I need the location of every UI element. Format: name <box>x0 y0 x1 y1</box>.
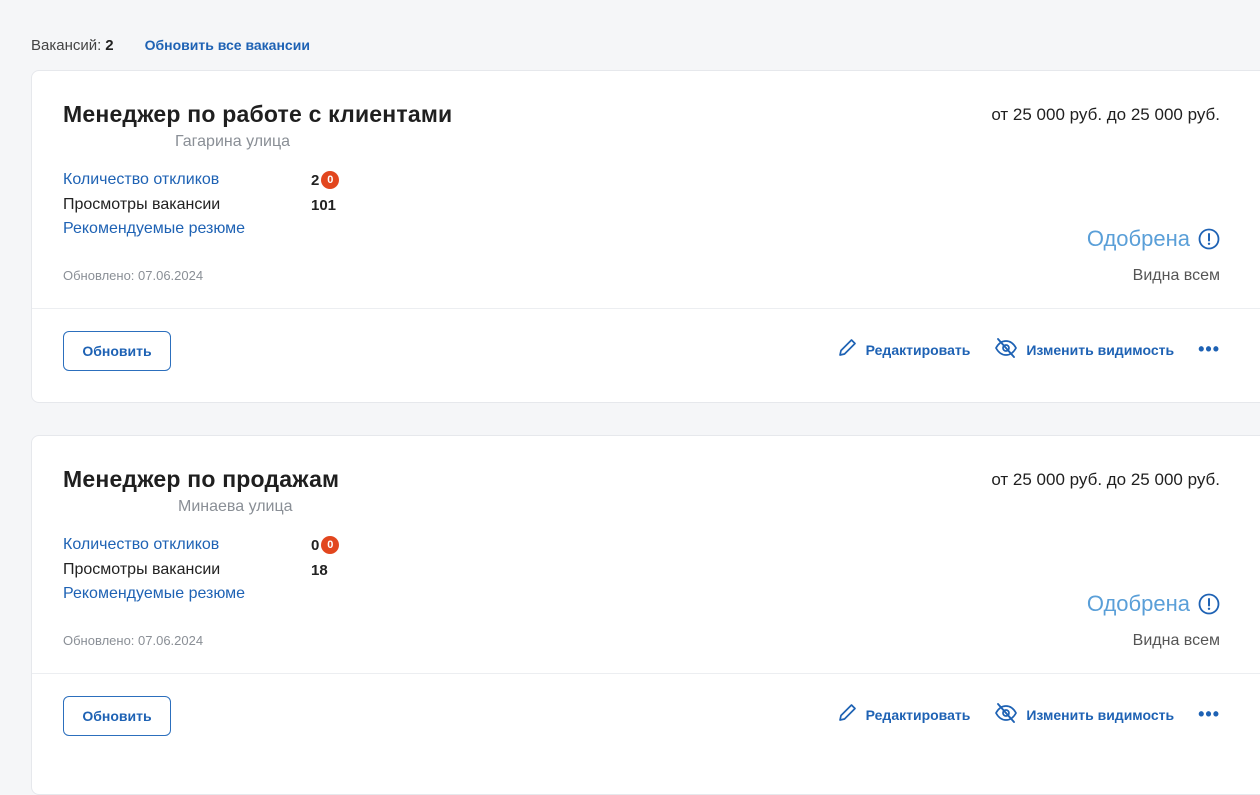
vacancy-title[interactable]: Менеджер по продажам <box>63 466 339 493</box>
recommended-resumes-link[interactable]: Рекомендуемые резюме <box>63 220 245 238</box>
responses-count: 0 <box>311 536 320 554</box>
responses-row: Количество откликов 0 0 <box>63 536 340 554</box>
views-label: Просмотры вакансии <box>63 561 221 578</box>
edit-vacancy-button[interactable]: Редактировать <box>836 702 971 727</box>
vacancy-salary: от 25 000 руб. до 25 000 руб. <box>991 470 1220 489</box>
status-label: Одобрена <box>1086 226 1190 251</box>
new-responses-badge: 0 <box>321 536 340 554</box>
updated-date: Обновлено: 07.06.2024 <box>63 633 204 648</box>
vacancy-salary: от 25 000 руб. до 25 000 руб. <box>991 105 1220 124</box>
vacancy-card-actions: Обновить Редактировать Изменить видимост… <box>32 309 1260 401</box>
responses-link[interactable]: Количество откликов <box>63 536 311 554</box>
vacancy-title[interactable]: Менеджер по работе с клиентами <box>63 101 452 128</box>
refresh-vacancy-button[interactable]: Обновить <box>63 696 171 736</box>
more-options-button[interactable]: ••• <box>1198 704 1220 725</box>
info-circle-icon[interactable] <box>1198 593 1220 615</box>
eye-off-icon <box>994 702 1018 727</box>
responses-link[interactable]: Количество откликов <box>63 171 311 189</box>
moderation-status: Одобрена <box>1087 591 1220 617</box>
status-label: Одобрена <box>1086 591 1190 616</box>
refresh-all-vacancies-link[interactable]: Обновить все вакансии <box>145 37 310 53</box>
vacancy-card-body: Менеджер по продажам Минаева улица от 25… <box>32 436 1260 674</box>
recommended-resumes-link[interactable]: Рекомендуемые резюме <box>63 585 245 603</box>
refresh-vacancy-button[interactable]: Обновить <box>63 331 171 371</box>
edit-label: Редактировать <box>865 706 971 723</box>
views-count: 18 <box>311 561 328 579</box>
new-responses-badge: 0 <box>321 171 340 189</box>
vacancy-card: Менеджер по работе с клиентами Гагарина … <box>31 70 1260 403</box>
more-options-button[interactable]: ••• <box>1198 339 1220 360</box>
change-visibility-button[interactable]: Изменить видимость <box>994 702 1174 727</box>
visibility-status: Видна всем <box>1132 267 1220 284</box>
views-row: Просмотры вакансии 101 <box>63 196 336 214</box>
responses-row: Количество откликов 2 0 <box>63 171 340 189</box>
edit-vacancy-button[interactable]: Редактировать <box>836 337 971 362</box>
views-row: Просмотры вакансии 18 <box>63 561 328 579</box>
updated-date: Обновлено: 07.06.2024 <box>63 268 204 283</box>
responses-count: 2 <box>311 171 320 189</box>
vacancies-count-label: Вакансий: <box>31 37 102 54</box>
change-visibility-label: Изменить видимость <box>1026 706 1175 723</box>
views-label: Просмотры вакансии <box>63 196 221 213</box>
change-visibility-button[interactable]: Изменить видимость <box>994 337 1174 362</box>
vacancy-card-actions: Обновить Редактировать Изменить видимост… <box>32 674 1260 766</box>
moderation-status: Одобрена <box>1087 226 1220 252</box>
eye-off-icon <box>994 337 1018 362</box>
vacancy-card-body: Менеджер по работе с клиентами Гагарина … <box>32 71 1260 309</box>
vacancies-count-value: 2 <box>105 37 114 54</box>
views-count: 101 <box>311 196 337 214</box>
vacancy-actions: Редактировать Изменить видимость ••• <box>836 702 1220 727</box>
vacancy-actions: Редактировать Изменить видимость ••• <box>836 337 1220 362</box>
vacancies-summary: Вакансий: 2 Обновить все вакансии <box>31 37 310 54</box>
pencil-icon <box>836 337 858 362</box>
pencil-icon <box>836 702 858 727</box>
change-visibility-label: Изменить видимость <box>1026 341 1175 358</box>
visibility-status: Видна всем <box>1132 632 1220 649</box>
edit-label: Редактировать <box>865 341 971 358</box>
vacancy-address: Гагарина улица <box>175 133 291 150</box>
vacancy-address: Минаева улица <box>178 498 293 515</box>
info-circle-icon[interactable] <box>1198 228 1220 250</box>
vacancy-card: Менеджер по продажам Минаева улица от 25… <box>31 435 1260 795</box>
